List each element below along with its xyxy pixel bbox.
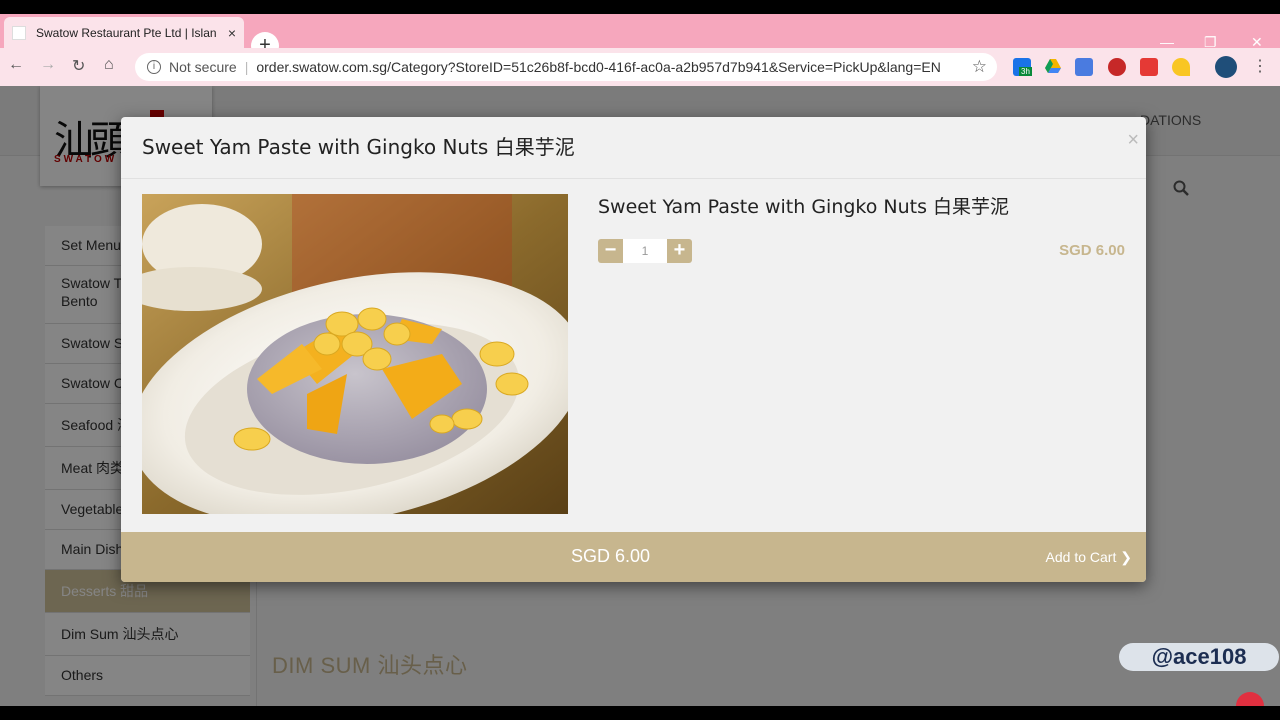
bookmark-star-icon[interactable]: ☆ bbox=[972, 57, 987, 77]
tab-title: Swatow Restaurant Pte Ltd | Islan bbox=[36, 25, 217, 40]
decrease-quantity-button[interactable]: − bbox=[598, 239, 623, 263]
watermark-badge: @ace108 bbox=[1119, 643, 1279, 671]
extension-megaphone-icon[interactable] bbox=[1140, 58, 1158, 76]
product-photo bbox=[142, 194, 568, 514]
extension-record-icon[interactable] bbox=[1108, 58, 1126, 76]
product-modal: Sweet Yam Paste with Gingko Nuts 白果芋泥 × bbox=[121, 117, 1146, 582]
extension-honey-icon[interactable] bbox=[1172, 58, 1190, 76]
quantity-input[interactable] bbox=[623, 239, 667, 263]
screen-top-border bbox=[0, 0, 1280, 14]
translate-icon[interactable] bbox=[1075, 58, 1093, 76]
modal-title: Sweet Yam Paste with Gingko Nuts 白果芋泥 bbox=[142, 135, 575, 159]
url-text: order.swatow.com.sg/Category?StoreID=51c… bbox=[256, 59, 941, 75]
reload-icon[interactable]: ↻ bbox=[72, 56, 85, 76]
favicon-icon bbox=[12, 25, 26, 40]
tab-close-icon[interactable]: × bbox=[228, 25, 236, 41]
address-bar[interactable]: i Not secure | order.swatow.com.sg/Categ… bbox=[135, 53, 997, 81]
browser-menu-icon[interactable]: ⋮ bbox=[1252, 56, 1268, 76]
modal-close-button[interactable]: × bbox=[1127, 129, 1139, 152]
address-separator: | bbox=[244, 59, 249, 75]
modal-footer: SGD 6.00 Add to Cart ❯ bbox=[121, 532, 1146, 582]
browser-tab-active[interactable]: Swatow Restaurant Pte Ltd | Islan × bbox=[4, 17, 244, 48]
forward-icon[interactable]: → bbox=[40, 56, 56, 74]
extension-badge: 3h bbox=[1019, 67, 1032, 76]
modal-header: Sweet Yam Paste with Gingko Nuts 白果芋泥 × bbox=[121, 117, 1146, 179]
increase-quantity-button[interactable]: + bbox=[667, 239, 692, 263]
add-to-cart-button[interactable]: Add to Cart ❯ bbox=[1046, 549, 1132, 566]
total-price: SGD 6.00 bbox=[571, 546, 651, 566]
not-secure-label: Not secure bbox=[169, 59, 237, 75]
back-icon[interactable]: ← bbox=[8, 56, 24, 74]
profile-avatar[interactable] bbox=[1215, 56, 1237, 78]
page-viewport: DATIONS 汕頭 SWATOW Set Menu Swatow T Bent… bbox=[0, 86, 1280, 706]
chevron-right-icon: ❯ bbox=[1120, 549, 1132, 565]
site-info-icon[interactable]: i bbox=[147, 60, 161, 74]
product-name: Sweet Yam Paste with Gingko Nuts 白果芋泥 bbox=[598, 196, 1010, 218]
screen-bottom-border bbox=[0, 706, 1280, 720]
home-icon[interactable]: ⌂ bbox=[104, 56, 114, 74]
google-drive-icon[interactable] bbox=[1044, 58, 1062, 76]
quantity-stepper: − + bbox=[598, 239, 692, 263]
product-price: SGD 6.00 bbox=[1059, 242, 1125, 259]
extension-calendar-icon[interactable]: 3h bbox=[1013, 58, 1032, 76]
browser-tabstrip: Swatow Restaurant Pte Ltd | Islan × + — … bbox=[0, 14, 1280, 60]
add-to-cart-label: Add to Cart bbox=[1045, 549, 1117, 565]
